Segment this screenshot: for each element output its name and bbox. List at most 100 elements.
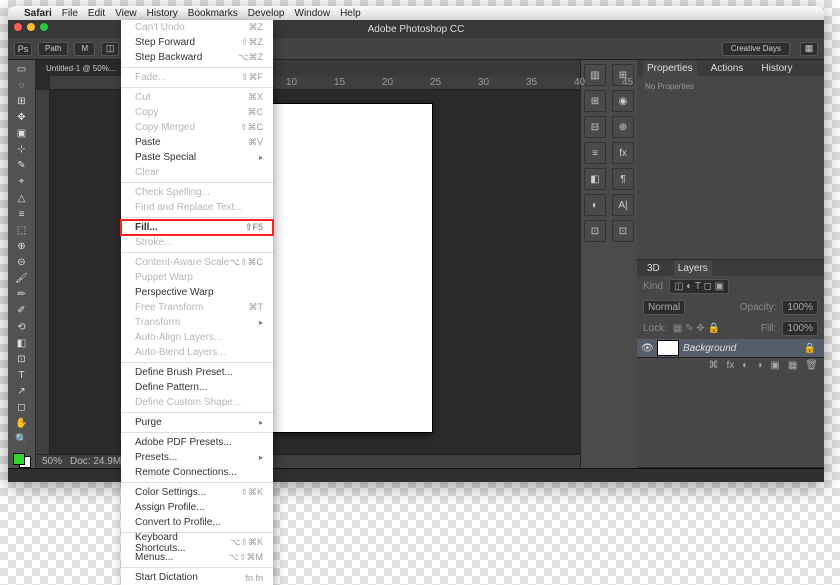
ruler-vertical[interactable] [36,90,50,454]
tab-properties[interactable]: Properties [643,61,697,76]
workspace-icon[interactable]: ▦ [800,42,818,56]
menu-item-define-pattern[interactable]: Define Pattern... [121,380,273,395]
menu-item-label: Presets... [135,452,177,463]
lock-icons[interactable]: ▦ ✎ ✥ 🔒 [673,323,720,334]
path-ops-icon[interactable]: ◫ [101,42,119,56]
panel-icon-1-3[interactable]: fx [612,142,634,164]
menu-item-color-settings[interactable]: Color Settings...⇧⌘K [121,485,273,500]
menu-edit[interactable]: Edit [88,8,105,19]
panel-icon-0-2[interactable]: ⊟ [584,116,606,138]
menu-file[interactable]: File [62,8,78,19]
blend-mode[interactable]: Normal [643,300,685,315]
minimize-icon[interactable] [27,23,35,31]
menu-item-fill[interactable]: Fill...⇧F5 [121,220,273,235]
kind-filter[interactable]: ◫ ◐ T ◻ ▣ [669,279,729,294]
tool-19[interactable]: T [11,368,33,382]
tab-layers[interactable]: Layers [674,261,712,276]
menu-item-start-dictation[interactable]: Start Dictationfn fn [121,570,273,585]
layer-name[interactable]: Background [683,343,736,354]
color-swatch[interactable] [13,453,31,468]
creative-days-button[interactable]: Creative Days [722,42,790,56]
menu-item-remote-connections[interactable]: Remote Connections... [121,465,273,480]
menu-safari[interactable]: Safari [24,8,52,19]
tool-8[interactable]: △ [11,191,33,205]
menu-item-adobe-pdf-presets[interactable]: Adobe PDF Presets... [121,435,273,450]
menu-item-perspective-warp[interactable]: Perspective Warp [121,285,273,300]
panel-icon-1-4[interactable]: ¶ [612,168,634,190]
tool-9[interactable]: ≡ [11,207,33,221]
new-layer-icon[interactable]: ▦ [788,360,797,371]
menu-item-define-brush-preset[interactable]: Define Brush Preset... [121,365,273,380]
panel-icon-0-6[interactable]: ⊡ [584,220,606,242]
menu-view[interactable]: View [115,8,137,19]
panel-icon-0-5[interactable]: ◐ [584,194,606,216]
tool-5[interactable]: ⊹ [11,143,33,157]
tool-2[interactable]: ⊞ [11,94,33,108]
close-icon[interactable] [14,23,22,31]
tool-mode-select[interactable]: Path [38,42,68,56]
tool-18[interactable]: ⊡ [11,352,33,366]
fill-value[interactable]: 100% [782,321,818,336]
tab-actions[interactable]: Actions [707,61,748,76]
link-icon[interactable]: ⌘ [709,360,719,371]
tab-3d[interactable]: 3D [643,261,664,276]
tool-20[interactable]: ↗ [11,385,33,399]
mask-icon[interactable]: ◐ [742,360,748,371]
ps-logo-icon[interactable]: Ps [14,42,32,56]
trash-icon[interactable]: 🗑 [805,360,818,371]
tool-7[interactable]: ⌖ [11,175,33,189]
tool-3[interactable]: ✥ [11,110,33,124]
fx-icon[interactable]: fx [727,360,735,371]
tool-0[interactable]: ▭ [11,62,33,76]
panel-icon-0-4[interactable]: ◧ [584,168,606,190]
tool-15[interactable]: ✐ [11,304,33,318]
menu-separator [121,482,273,483]
menu-item-convert-to-profile[interactable]: Convert to Profile... [121,515,273,530]
menu-item-presets[interactable]: Presets... [121,450,273,465]
tool-6[interactable]: ✎ [11,159,33,173]
zoom-icon[interactable] [40,23,48,31]
panel-icon-1-1[interactable]: ◉ [612,90,634,112]
menu-history[interactable]: History [147,8,178,19]
menu-item-assign-profile[interactable]: Assign Profile... [121,500,273,515]
tool-1[interactable]: ◌ [11,78,33,92]
menu-item-step-backward[interactable]: Step Backward⌥⌘Z [121,50,273,65]
tool-11[interactable]: ⊕ [11,239,33,253]
tool-4[interactable]: ▣ [11,127,33,141]
adjustment-icon[interactable]: ◑ [756,360,762,371]
tool-10[interactable]: ⬚ [11,223,33,237]
menu-develop[interactable]: Develop [248,8,285,19]
panel-icon-1-2[interactable]: ⊕ [612,116,634,138]
document-tab[interactable]: Untitled-1 @ 50%... [36,60,126,76]
menu-item-step-forward[interactable]: Step Forward⇧⌘Z [121,35,273,50]
menu-help[interactable]: Help [340,8,361,19]
tool-14[interactable]: ✏ [11,288,33,302]
menu-bookmarks[interactable]: Bookmarks [188,8,238,19]
menu-item-purge[interactable]: Purge [121,415,273,430]
group-icon[interactable]: ▣ [770,360,779,371]
tool-23[interactable]: 🔍 [11,433,33,447]
tool-21[interactable]: ◻ [11,401,33,415]
panel-icon-1-5[interactable]: A| [612,194,634,216]
panel-icon-0-3[interactable]: ≡ [584,142,606,164]
menu-window[interactable]: Window [295,8,331,19]
menu-item-paste[interactable]: Paste⌘V [121,135,273,150]
zoom-value[interactable]: 50% [42,456,62,467]
tool-22[interactable]: ✋ [11,417,33,431]
make-selection[interactable]: M [74,42,95,56]
tool-17[interactable]: ◧ [11,336,33,350]
panel-icon-0-1[interactable]: ⊞ [584,90,606,112]
tool-13[interactable]: 🖌 [11,272,33,286]
visibility-icon[interactable]: 👁 [641,343,653,354]
tool-16[interactable]: ⟲ [11,320,33,334]
menu-item-keyboard-shortcuts[interactable]: Keyboard Shortcuts...⌥⇧⌘K [121,535,273,550]
panel-icon-0-0[interactable]: ▥ [584,64,606,86]
panel-icon-1-6[interactable]: ⊡ [612,220,634,242]
tool-12[interactable]: ⊖ [11,256,33,270]
layer-thumbnail[interactable] [657,340,679,356]
layer-row[interactable]: 👁 Background 🔒 [637,339,824,357]
tab-history[interactable]: History [757,61,796,76]
opacity-value[interactable]: 100% [782,300,818,315]
menu-item-paste-special[interactable]: Paste Special [121,150,273,165]
menu-separator [121,412,273,413]
